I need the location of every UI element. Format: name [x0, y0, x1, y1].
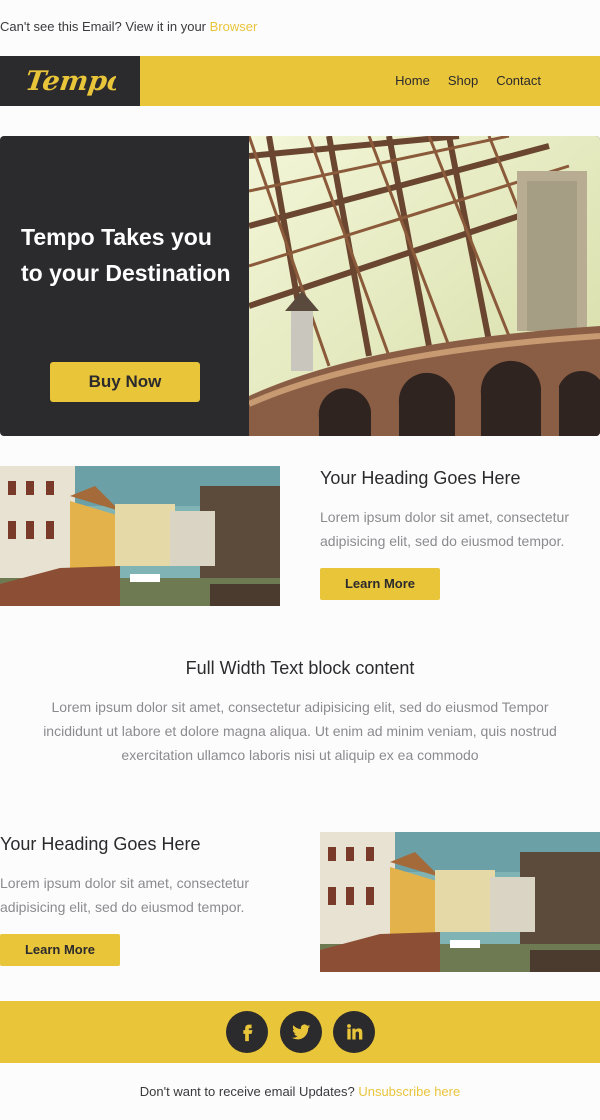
learn-more-button-2[interactable]: Learn More — [0, 934, 120, 966]
section2-body: Lorem ipsum dolor sit amet, consectetur … — [0, 875, 249, 915]
hero-banner: Tempo Takes you to your Destination Buy … — [0, 136, 600, 436]
bridge-image — [249, 136, 600, 436]
unsubscribe-line: Don't want to receive email Updates? Uns… — [0, 1084, 600, 1100]
buy-now-button[interactable]: Buy Now — [50, 362, 200, 402]
section1-heading: Your Heading Goes Here — [320, 468, 521, 488]
canal-image-2 — [320, 832, 600, 972]
fullwidth-heading: Full Width Text block content — [185, 658, 415, 678]
section2-heading: Your Heading Goes Here — [0, 834, 201, 854]
social-bar — [0, 1001, 600, 1063]
browser-link[interactable]: Browser — [210, 19, 258, 34]
nav-shop[interactable]: Shop — [448, 73, 478, 89]
unsubscribe-text: Don't want to receive email Updates? — [139, 1084, 359, 1099]
canal-image — [0, 466, 280, 606]
nav-home[interactable]: Home — [395, 73, 430, 89]
preheader: Can't see this Email? View it in your Br… — [0, 19, 600, 35]
nav-links: Home Shop Contact — [395, 73, 541, 89]
navbar: Tempo Home Shop Contact — [0, 56, 600, 106]
learn-more-button-1[interactable]: Learn More — [320, 568, 440, 600]
nav-contact[interactable]: Contact — [496, 73, 541, 89]
linkedin-icon[interactable] — [333, 1011, 375, 1053]
hero-title: Tempo Takes you to your Destination — [21, 224, 231, 286]
logo-wordmark: Tempo — [26, 66, 116, 97]
logo[interactable]: Tempo — [0, 56, 140, 106]
section1-body: Lorem ipsum dolor sit amet, consectetur … — [320, 509, 569, 549]
preheader-text: Can't see this Email? View it in your — [0, 19, 210, 34]
fullwidth-body: Lorem ipsum dolor sit amet, consectetur … — [43, 699, 557, 763]
twitter-icon[interactable] — [280, 1011, 322, 1053]
facebook-icon[interactable] — [226, 1011, 268, 1053]
logo-text: Tempo — [26, 66, 116, 97]
unsubscribe-link[interactable]: Unsubscribe here — [358, 1084, 460, 1099]
